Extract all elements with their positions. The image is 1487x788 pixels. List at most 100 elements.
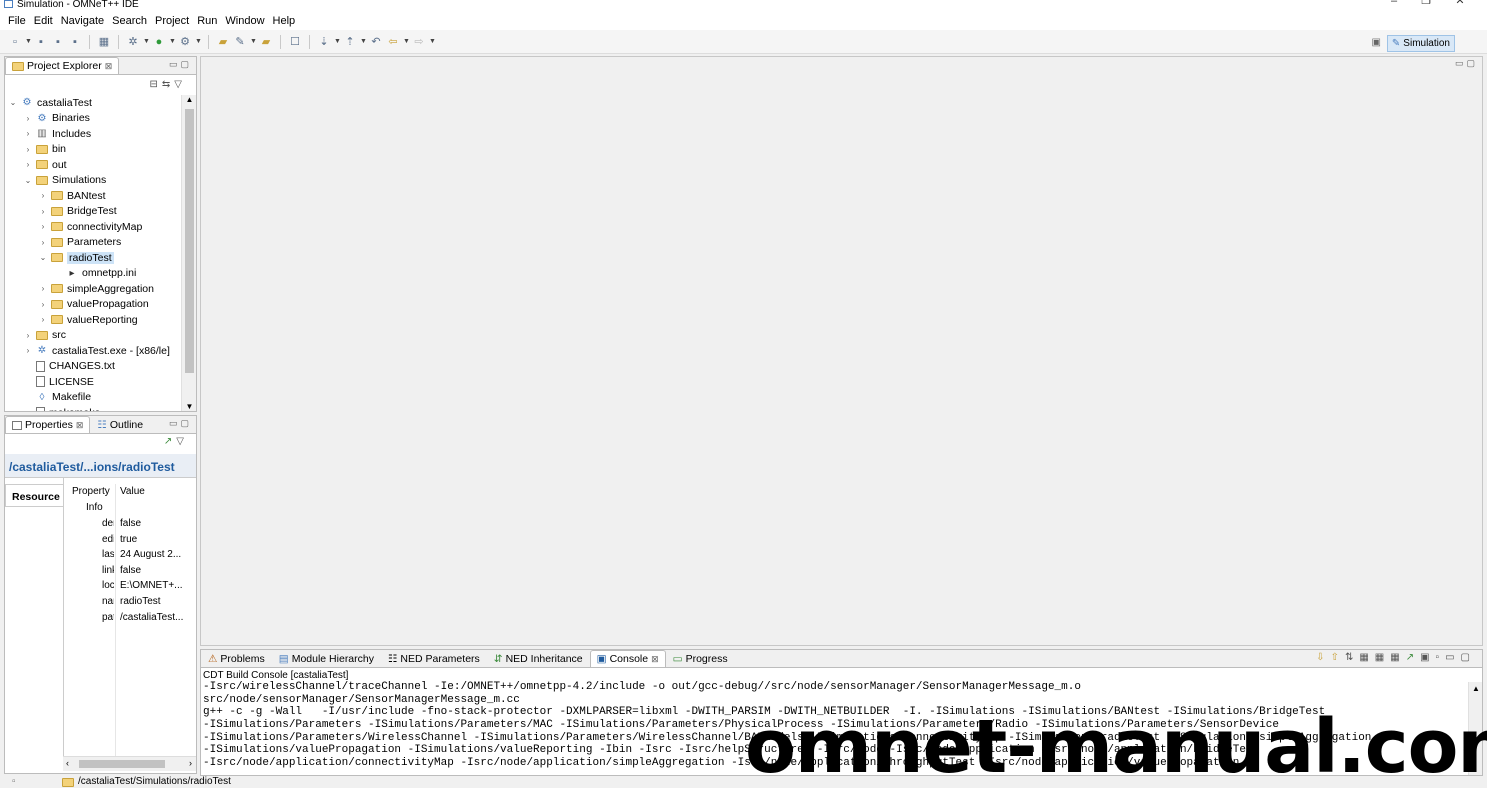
minimize-maximize-icon[interactable]: ▭▢ xyxy=(169,59,192,70)
scroll-lock-icon[interactable]: ⇅ xyxy=(1345,652,1359,663)
minimize-button[interactable]: – xyxy=(1379,0,1409,7)
tree-item[interactable]: ⌄ Simulations xyxy=(24,173,107,188)
new-item-icon[interactable]: ▫ xyxy=(12,776,16,788)
tree-item[interactable]: › ▥ Includes xyxy=(24,126,91,141)
editor-area[interactable]: ▭▢ xyxy=(200,56,1483,646)
collapsed-arrow-icon[interactable]: › xyxy=(39,238,47,247)
tree-item[interactable]: CHANGES.txt xyxy=(24,359,115,374)
collapsed-arrow-icon[interactable]: › xyxy=(24,331,32,340)
debug-dropdown-icon[interactable]: ▼ xyxy=(143,38,150,45)
property-value[interactable]: 24 August 2... xyxy=(120,549,186,560)
property-value[interactable]: /castaliaTest... xyxy=(120,612,186,623)
tab-outline[interactable]: ☷ Outline xyxy=(90,416,150,433)
collapsed-arrow-icon[interactable]: › xyxy=(39,284,47,293)
tree-item[interactable]: › simpleAggregation xyxy=(39,281,154,296)
tree-item[interactable]: ◊ Makefile xyxy=(24,390,92,405)
scroll-up-icon[interactable]: ▲ xyxy=(1469,684,1482,693)
tab-project-explorer[interactable]: Project Explorer ⊠ xyxy=(5,57,120,74)
close-icon[interactable]: ⊠ xyxy=(76,420,84,431)
property-value[interactable]: true xyxy=(120,534,186,545)
tab-properties[interactable]: Properties ⊠ xyxy=(5,416,91,433)
collapse-all-icon[interactable]: ⊟ xyxy=(150,79,162,90)
property-name[interactable]: nar xyxy=(102,596,114,607)
tree-item[interactable]: › Parameters xyxy=(39,235,122,250)
prev-annotation-dropdown-icon[interactable]: ▼ xyxy=(360,38,367,45)
tab-progress[interactable]: ▭ Progress xyxy=(666,650,735,667)
tree-item[interactable]: › valuePropagation xyxy=(39,297,149,312)
forward-dropdown-icon[interactable]: ▼ xyxy=(429,38,436,45)
menu-search[interactable]: Search xyxy=(108,15,151,27)
profile-dropdown-icon[interactable]: ▼ xyxy=(195,38,202,45)
menu-edit[interactable]: Edit xyxy=(30,15,57,27)
scroll-down-icon[interactable]: ▼ xyxy=(182,402,197,411)
collapsed-arrow-icon[interactable]: › xyxy=(39,315,47,324)
scroll-left-icon[interactable]: ‹ xyxy=(66,758,69,768)
tree-item[interactable]: ⌄ radioTest xyxy=(39,250,114,265)
new-console-icon[interactable]: ▫ xyxy=(1436,652,1446,663)
collapsed-arrow-icon[interactable]: › xyxy=(24,160,32,169)
display-console-icon[interactable]: ▣ xyxy=(1420,652,1435,663)
pin-icon[interactable]: ↗ xyxy=(164,436,176,447)
tree-item[interactable]: LICENSE xyxy=(24,374,94,389)
tree-item[interactable]: ⌄ ⚙ castaliaTest xyxy=(9,95,92,110)
new-icon[interactable]: ▫ xyxy=(8,35,22,49)
tree-item[interactable]: ▸ omnetpp.ini xyxy=(54,266,136,281)
collapsed-arrow-icon[interactable]: › xyxy=(39,300,47,309)
tree-item[interactable]: › valueReporting xyxy=(39,312,138,327)
close-icon[interactable]: ⊠ xyxy=(105,61,113,72)
view-menu-icon[interactable]: ▽ xyxy=(174,79,186,90)
property-value[interactable]: radioTest xyxy=(120,596,186,607)
property-name[interactable]: link xyxy=(102,565,114,576)
wand-icon[interactable]: ✎ xyxy=(233,35,247,49)
column-property[interactable]: Property xyxy=(72,486,110,497)
collapsed-arrow-icon[interactable]: › xyxy=(24,114,32,123)
scroll-down-icon[interactable]: ⇩ xyxy=(1316,652,1330,663)
property-name[interactable]: edi xyxy=(102,534,114,545)
open-folder-icon[interactable]: ▰ xyxy=(216,35,230,49)
debug-icon[interactable]: ✲ xyxy=(126,35,140,49)
menu-help[interactable]: Help xyxy=(269,15,300,27)
tree-item[interactable]: › out xyxy=(24,157,67,172)
minimize-maximize-icon[interactable]: ▭▢ xyxy=(1445,652,1476,663)
column-value[interactable]: Value xyxy=(120,486,145,497)
word-wrap-icon[interactable]: ▦ xyxy=(1375,652,1390,663)
expanded-arrow-icon[interactable]: ⌄ xyxy=(9,98,17,107)
close-icon[interactable]: ⊠ xyxy=(651,654,659,665)
explorer-scrollbar[interactable]: ▲ ▼ xyxy=(181,95,196,411)
back-dropdown-icon[interactable]: ▼ xyxy=(403,38,410,45)
collapsed-arrow-icon[interactable]: › xyxy=(24,129,32,138)
tree-item[interactable]: › BridgeTest xyxy=(39,204,117,219)
minimize-maximize-icon[interactable]: ▭▢ xyxy=(169,418,192,429)
view-menu-icon[interactable]: ▽ xyxy=(176,436,188,447)
next-annotation-icon[interactable]: ⇣ xyxy=(317,35,331,49)
collapsed-arrow-icon[interactable]: › xyxy=(24,145,32,154)
remove-console-icon[interactable]: ▦ xyxy=(1390,652,1405,663)
tab-module-hierarchy[interactable]: ▤ Module Hierarchy xyxy=(272,650,381,667)
property-value[interactable]: false xyxy=(120,518,186,529)
scroll-thumb[interactable] xyxy=(185,109,194,373)
tree-item[interactable]: › connectivityMap xyxy=(39,219,143,234)
tab-console[interactable]: ▣ Console ⊠ xyxy=(589,650,666,667)
back-icon[interactable]: ⇦ xyxy=(386,35,400,49)
run-dropdown-icon[interactable]: ▼ xyxy=(169,38,176,45)
menu-window[interactable]: Window xyxy=(221,15,268,27)
clear-console-icon[interactable]: ▦ xyxy=(1359,652,1374,663)
property-value[interactable]: false xyxy=(120,565,186,576)
tree-item[interactable]: › ⚙ Binaries xyxy=(24,111,90,126)
perspective-simulation-button[interactable]: ✎ Simulation xyxy=(1386,35,1455,52)
tree-item[interactable]: makemake xyxy=(24,405,100,411)
properties-hscrollbar[interactable]: ‹ › xyxy=(63,756,196,771)
collapsed-arrow-icon[interactable]: › xyxy=(39,207,47,216)
hscroll-thumb[interactable] xyxy=(79,760,165,768)
tree-item[interactable]: › BANtest xyxy=(39,188,106,203)
pin-console-icon[interactable]: ↗ xyxy=(1406,652,1420,663)
editor-minimize-maximize-icon[interactable]: ▭▢ xyxy=(1455,58,1478,69)
link-editor-icon[interactable]: ⇆ xyxy=(162,79,174,90)
property-name[interactable]: loc xyxy=(102,580,114,591)
menu-project[interactable]: Project xyxy=(151,15,193,27)
expanded-arrow-icon[interactable]: ⌄ xyxy=(24,176,32,185)
menu-file[interactable]: File xyxy=(4,15,30,27)
build-icon[interactable]: ▦ xyxy=(97,35,111,49)
save-icon[interactable]: ▪ xyxy=(34,35,48,49)
next-annotation-dropdown-icon[interactable]: ▼ xyxy=(334,38,341,45)
